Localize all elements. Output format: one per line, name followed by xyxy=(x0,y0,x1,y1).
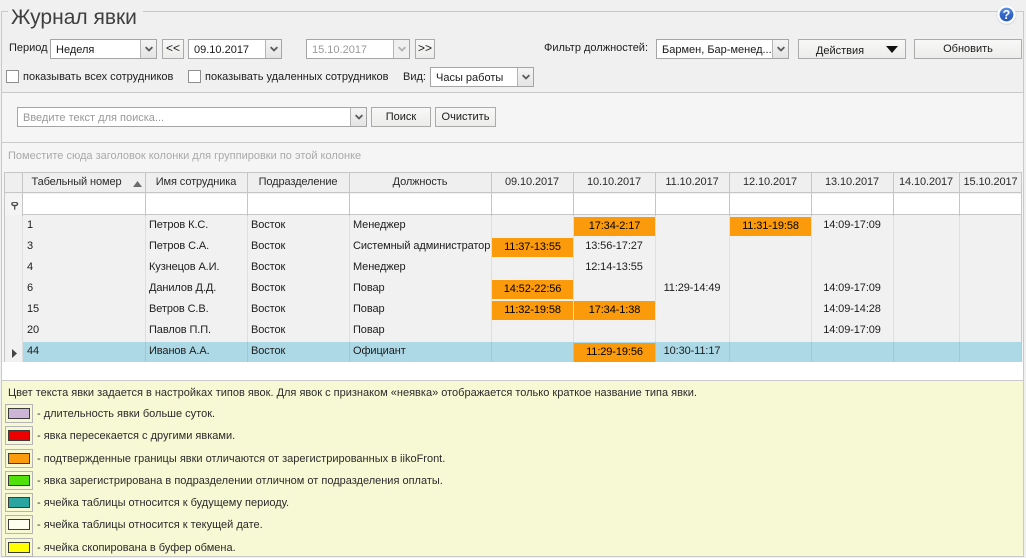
svg-text:?: ? xyxy=(1003,8,1011,22)
